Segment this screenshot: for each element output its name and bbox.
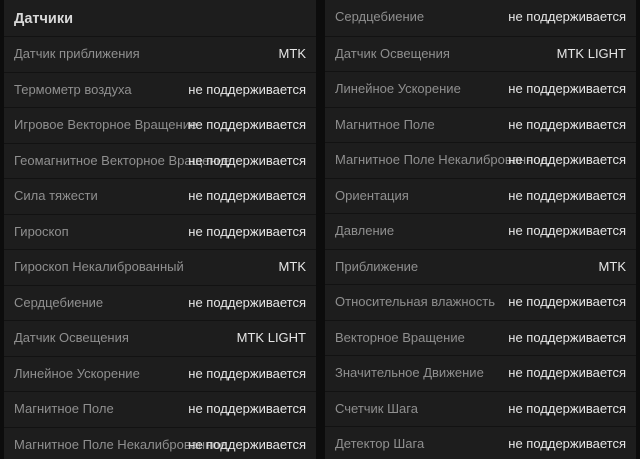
sensor-value: не поддерживается — [508, 329, 626, 345]
sensor-label: Гироскоп Некалиброванный — [14, 259, 184, 274]
sensor-value: не поддерживается — [508, 9, 626, 24]
sensor-value: не поддерживается — [508, 436, 626, 451]
sensor-row-significant-motion: Значительное Движение не поддерживается — [325, 355, 636, 391]
sensor-label: Сердцебиение — [335, 9, 425, 24]
sensors-panel-right: Сердцебиение не поддерживается Датчик Ос… — [325, 0, 636, 459]
sensor-row-magnetic-field: Магнитное Поле не поддерживается — [325, 106, 636, 143]
sensor-label: Датчик Освещения — [335, 45, 450, 61]
sensor-value: не поддерживается — [508, 400, 626, 416]
sensor-row-magnetic-field-uncalibrated: Магнитное Поле Некалиброванное не поддер… — [325, 142, 636, 178]
sensor-row-pressure: Давление не поддерживается — [325, 213, 636, 249]
sensor-row-relative-humidity: Относительная влажность не поддерживаетс… — [325, 284, 636, 320]
sensor-label: Линейное Ускорение — [14, 365, 140, 381]
sensor-label: Векторное Вращение — [335, 329, 465, 345]
sensor-label: Относительная влажность — [335, 294, 496, 309]
sensor-label: Сердцебиение — [14, 294, 104, 310]
sensor-value: не поддерживается — [508, 152, 626, 167]
sensor-label: Датчик Освещения — [14, 330, 129, 345]
sensor-value: MTK LIGHT — [556, 45, 626, 61]
sensor-row-heart-rate: Сердцебиение не поддерживается — [4, 284, 316, 321]
sensor-value: не поддерживается — [508, 187, 626, 203]
sensor-row-orientation: Ориентация не поддерживается — [325, 177, 636, 214]
sensor-value: не поддерживается — [508, 223, 626, 238]
sensors-panel-left: Датчики Датчик приближения MTK Термометр… — [4, 0, 316, 459]
sensor-row-proximity: Приближение MTK — [325, 248, 636, 285]
sensor-value: не поддерживается — [508, 365, 626, 380]
sensor-label: Счетчик Шага — [335, 400, 418, 416]
sensor-value: MTK — [278, 46, 306, 61]
sensor-value: не поддерживается — [188, 436, 306, 452]
sensor-label: Детектор Шага — [335, 436, 425, 451]
sensor-row-light: Датчик Освещения MTK LIGHT — [325, 35, 636, 72]
sensor-label: Приближение — [335, 258, 419, 274]
sensor-label: Линейное Ускорение — [335, 81, 461, 96]
sensor-row-linear-acceleration: Линейное Ускорение не поддерживается — [4, 355, 316, 392]
sensor-row-magnetic-field-uncalibrated: Магнитное Поле Некалиброванное не поддер… — [4, 426, 316, 459]
sensor-label: Магнитное Поле — [14, 401, 114, 416]
sensor-value: MTK — [278, 259, 306, 274]
sensor-value: не поддерживается — [188, 294, 306, 310]
sensor-label: Ориентация — [335, 187, 409, 203]
sensor-row-gravity: Сила тяжести не поддерживается — [4, 178, 316, 214]
sensors-screen: Датчики Датчик приближения MTK Термометр… — [0, 0, 640, 459]
sensor-label: Игровое Векторное Вращение — [14, 117, 198, 132]
sensor-row-magnetic-field: Магнитное Поле не поддерживается — [4, 391, 316, 427]
sensor-value: не поддерживается — [188, 365, 306, 381]
sensors-title: Датчики — [14, 11, 73, 27]
sensor-row-proximity: Датчик приближения MTK — [4, 36, 316, 72]
sensor-list-right: Сердцебиение не поддерживается Датчик Ос… — [325, 0, 636, 459]
sensor-label: Давление — [335, 223, 395, 238]
sensor-row-geomagnetic-rotation-vector: Геомагнитное Векторное Вращение не подде… — [4, 142, 316, 179]
sensor-label: Сила тяжести — [14, 188, 98, 203]
sensor-value: не поддерживается — [188, 188, 306, 203]
sensor-label: Магнитное Поле — [335, 116, 435, 132]
sensor-row-light: Датчик Освещения MTK LIGHT — [4, 320, 316, 356]
sensor-value: не поддерживается — [188, 117, 306, 132]
sensor-value: не поддерживается — [188, 81, 306, 97]
sensor-row-step-detector: Детектор Шага не поддерживается — [325, 426, 636, 459]
sensor-value: MTK — [598, 258, 626, 274]
sensor-value: не поддерживается — [508, 116, 626, 132]
sensor-list-left: Датчик приближения MTK Термометр воздуха… — [4, 36, 316, 459]
sensor-value: не поддерживается — [188, 401, 306, 416]
sensor-label: Датчик приближения — [14, 46, 140, 61]
sensor-value: не поддерживается — [188, 223, 306, 239]
sensor-value: не поддерживается — [508, 81, 626, 96]
sensor-row-rotation-vector: Векторное Вращение не поддерживается — [325, 319, 636, 356]
sensor-label: Гироскоп — [14, 223, 69, 239]
sensor-value: не поддерживается — [188, 152, 306, 168]
sensor-row-heart-rate: Сердцебиение не поддерживается — [325, 0, 636, 36]
sensor-label: Термометр воздуха — [14, 81, 132, 97]
sensor-row-air-thermometer: Термометр воздуха не поддерживается — [4, 71, 316, 108]
sensor-value: не поддерживается — [508, 294, 626, 309]
sensor-row-game-rotation-vector: Игровое Векторное Вращение не поддержива… — [4, 107, 316, 143]
sensor-value: MTK LIGHT — [236, 330, 306, 345]
sensor-row-linear-acceleration: Линейное Ускорение не поддерживается — [325, 71, 636, 107]
sensor-row-gyroscope: Гироскоп не поддерживается — [4, 213, 316, 250]
sensor-label: Значительное Движение — [335, 365, 484, 380]
sensor-row-gyroscope-uncalibrated: Гироскоп Некалиброванный MTK — [4, 249, 316, 285]
sensor-row-step-counter: Счетчик Шага не поддерживается — [325, 390, 636, 427]
